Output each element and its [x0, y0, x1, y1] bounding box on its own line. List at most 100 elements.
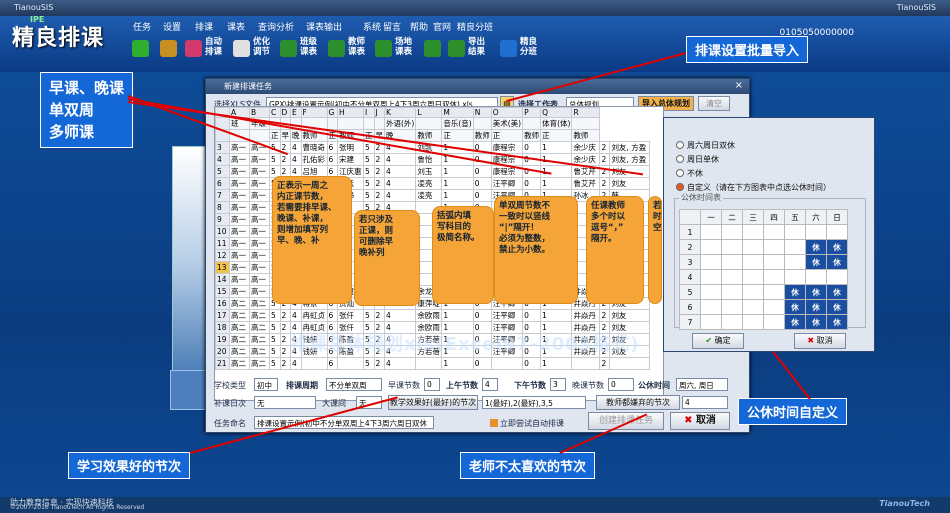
rest-cell[interactable]: 休 [784, 284, 806, 300]
toolbar-button-6[interactable]: 场地 课表 [375, 34, 421, 70]
dialog-close-icon[interactable]: × [735, 80, 743, 91]
pm-field[interactable]: 3 [550, 378, 566, 391]
sheet-cell: 高二 [249, 333, 270, 346]
rest-cell[interactable]: 休 [805, 314, 827, 330]
rest-cell[interactable] [742, 284, 764, 300]
rest-cell[interactable]: 休 [805, 299, 827, 315]
rest-cell[interactable]: 休 [826, 314, 848, 330]
rest-cell[interactable]: 休 [784, 299, 806, 315]
menu-item-10[interactable]: 精良分班 [457, 20, 493, 33]
best-periods-button[interactable]: 教学效果好(最好)的节次 [388, 395, 478, 410]
rest-cell[interactable] [784, 254, 806, 270]
rest-cell[interactable] [763, 299, 785, 315]
ok-button[interactable]: ✔ 确定 [692, 333, 744, 349]
rest-cell[interactable] [784, 239, 806, 255]
rest-cell[interactable]: 休 [805, 254, 827, 270]
rest-cell[interactable] [784, 269, 806, 285]
toolbar-button-9[interactable]: 精良 分班 [500, 34, 546, 70]
rest-cell[interactable] [700, 314, 722, 330]
rest-cell[interactable] [742, 299, 764, 315]
rest-cell[interactable]: 休 [784, 314, 806, 330]
rest-cell[interactable] [763, 269, 785, 285]
teacher-dislike-button[interactable]: 教师都嫌弃的节次 [596, 395, 680, 410]
cancel-button[interactable]: ✖ 取消 [670, 412, 730, 430]
rest-cell[interactable] [742, 254, 764, 270]
cancel-label: 取消 [695, 415, 716, 426]
sheet-cell: 2 [373, 153, 385, 166]
rest-cell[interactable] [721, 299, 743, 315]
rest-cell[interactable] [763, 239, 785, 255]
menu-item-0[interactable]: 任务 [133, 20, 151, 33]
tip-line: 括弧内填 [437, 211, 472, 221]
rest-cell[interactable]: 休 [826, 239, 848, 255]
rest-cell[interactable] [742, 269, 764, 285]
rest-cell[interactable] [700, 299, 722, 315]
clear-button[interactable]: 清空 [698, 96, 730, 111]
rest-cell[interactable] [826, 224, 848, 240]
rest-option-2[interactable]: 不休 [676, 168, 703, 179]
auto-schedule-checkbox[interactable]: 立即尝试自动排课 [490, 418, 564, 429]
rest-cell[interactable]: 休 [826, 299, 848, 315]
rest-cell[interactable] [742, 224, 764, 240]
morning-field[interactable]: 0 [424, 378, 440, 391]
teacher-dislike-field[interactable]: 4 [682, 396, 728, 409]
callout-batch-import: 排课设置批量导入 [686, 36, 809, 63]
rest-cell[interactable] [742, 314, 764, 330]
rest-option-1[interactable]: 周日单休 [676, 154, 719, 165]
rest-cell[interactable] [763, 224, 785, 240]
cycle-select[interactable]: 不分单双周 [326, 378, 382, 391]
am-field[interactable]: 4 [482, 378, 498, 391]
rest-cell[interactable] [700, 284, 722, 300]
rest-cell[interactable] [700, 254, 722, 270]
rest-cell[interactable] [826, 269, 848, 285]
rest-cell[interactable] [763, 284, 785, 300]
rest-cell[interactable] [721, 224, 743, 240]
dialog-titlebar: 新建排课任务 × [206, 79, 749, 94]
toolbar-button-4[interactable]: 班级 课表 [280, 34, 326, 70]
menu-item-2[interactable]: 排课 [195, 20, 213, 33]
create-task-button[interactable]: 创建排课任务 [588, 412, 664, 430]
makeup-field[interactable]: 无 [254, 396, 316, 409]
menu-item-6[interactable]: 系统 [363, 20, 381, 33]
rest-cell[interactable] [805, 269, 827, 285]
sheet-cell: 2 [599, 357, 611, 370]
rest-cell[interactable]: 休 [805, 284, 827, 300]
school-type-select[interactable]: 初中 [254, 378, 278, 391]
evening-field[interactable]: 0 [608, 378, 634, 391]
sheet-cell: 5 [269, 345, 281, 358]
rest-cell[interactable] [700, 239, 722, 255]
menu-item-1[interactable]: 设置 [163, 20, 181, 33]
sheet-cell: 2 [373, 189, 385, 202]
rest-cell[interactable] [784, 224, 806, 240]
toolbar-button-8[interactable]: 导出 结果 [448, 34, 494, 70]
rest-cell[interactable] [700, 269, 722, 285]
toolbar-button-2[interactable]: 自动 排课 [185, 34, 231, 70]
sheet-row-num: 16 [215, 297, 230, 310]
rest-field[interactable]: 周六, 周日 [676, 378, 728, 391]
rest-cell[interactable] [721, 314, 743, 330]
toolbar-button-5[interactable]: 教师 课表 [328, 34, 374, 70]
menu-item-7[interactable]: 留言 [383, 20, 401, 33]
rest-cell[interactable]: 休 [826, 254, 848, 270]
rest-cell[interactable]: 休 [826, 284, 848, 300]
best-periods-field[interactable]: 1(最好),2(最好),3,5 [482, 396, 586, 409]
rest-cell[interactable] [763, 314, 785, 330]
menu-item-3[interactable]: 课表 [227, 20, 245, 33]
menu-item-5[interactable]: 课表输出 [306, 20, 342, 33]
rest-cell[interactable] [721, 239, 743, 255]
rest-cell[interactable] [742, 239, 764, 255]
rest-cell[interactable] [721, 254, 743, 270]
menu-item-8[interactable]: 帮助 [410, 20, 428, 33]
rest-cell[interactable]: 休 [805, 239, 827, 255]
rest-cell[interactable] [763, 254, 785, 270]
rest-cell[interactable] [700, 224, 722, 240]
toolbar-button-3[interactable]: 优化 调节 [233, 34, 279, 70]
rest-cell[interactable] [721, 269, 743, 285]
rest-cell[interactable] [721, 284, 743, 300]
rest-cancel-button[interactable]: ✖ 取消 [794, 333, 846, 349]
rest-cell[interactable] [805, 224, 827, 240]
menu-item-4[interactable]: 查询分析 [258, 20, 294, 33]
rest-option-0[interactable]: 周六周日双休 [676, 140, 735, 151]
menu-item-9[interactable]: 官网 [433, 20, 451, 33]
am-label: 上午节数 [446, 381, 478, 390]
